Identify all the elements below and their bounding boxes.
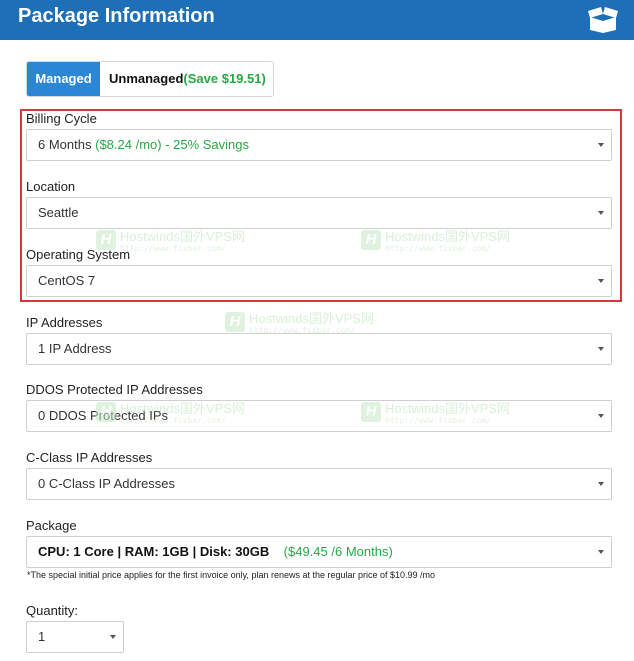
operating-system-value: CentOS 7 bbox=[38, 273, 96, 288]
cclass-label: C-Class IP Addresses bbox=[26, 450, 153, 465]
chevron-down-icon bbox=[110, 635, 116, 639]
chevron-down-icon bbox=[598, 347, 604, 351]
pricing-note: *The special initial price applies for t… bbox=[27, 570, 436, 580]
package-value: CPU: 1 Core | RAM: 1GB | Disk: 30GB ($49… bbox=[38, 544, 393, 559]
management-tabs: Managed Unmanaged(Save $19.51) bbox=[26, 61, 274, 97]
tab-unmanaged[interactable]: Unmanaged(Save $19.51) bbox=[109, 62, 266, 96]
quantity-label: Quantity: bbox=[26, 603, 79, 618]
package-select[interactable]: CPU: 1 Core | RAM: 1GB | Disk: 30GB ($49… bbox=[26, 536, 612, 568]
page-title: Package Information bbox=[18, 5, 215, 27]
ip-addresses-select[interactable]: 1 IP Address bbox=[26, 333, 612, 365]
cclass-select[interactable]: 0 C-Class IP Addresses bbox=[26, 468, 612, 500]
operating-system-select[interactable]: CentOS 7 bbox=[26, 265, 612, 297]
chevron-down-icon bbox=[598, 143, 604, 147]
billing-cycle-value: 6 Months ($8.24 /mo) - 25% Savings bbox=[38, 137, 250, 152]
ddos-label: DDOS Protected IP Addresses bbox=[26, 382, 203, 397]
chevron-down-icon bbox=[598, 279, 604, 283]
chevron-down-icon bbox=[598, 550, 604, 554]
ip-addresses-value: 1 IP Address bbox=[38, 341, 112, 356]
ddos-value: 0 DDOS Protected IPs bbox=[38, 408, 169, 423]
operating-system-label: Operating System bbox=[26, 247, 131, 262]
quantity-value: 1 bbox=[38, 629, 46, 644]
chevron-down-icon bbox=[598, 211, 604, 215]
ip-addresses-label: IP Addresses bbox=[26, 315, 103, 330]
tab-unmanaged-label: Unmanaged bbox=[109, 71, 184, 86]
chevron-down-icon bbox=[598, 414, 604, 418]
billing-cycle-label: Billing Cycle bbox=[26, 111, 97, 126]
quantity-select[interactable]: 1 bbox=[26, 621, 124, 653]
chevron-down-icon bbox=[598, 482, 604, 486]
tab-managed[interactable]: Managed bbox=[27, 62, 100, 96]
ddos-select[interactable]: 0 DDOS Protected IPs bbox=[26, 400, 612, 432]
package-label: Package bbox=[26, 518, 77, 533]
location-select[interactable]: Seattle bbox=[26, 197, 612, 229]
cclass-value: 0 C-Class IP Addresses bbox=[38, 476, 176, 491]
location-value: Seattle bbox=[38, 205, 79, 220]
billing-cycle-select[interactable]: 6 Months ($8.24 /mo) - 25% Savings bbox=[26, 129, 612, 161]
location-label: Location bbox=[26, 179, 76, 194]
page-header: Package Information bbox=[0, 0, 634, 40]
open-box-icon bbox=[588, 7, 618, 33]
savings-text: (Save $19.51) bbox=[183, 71, 266, 86]
